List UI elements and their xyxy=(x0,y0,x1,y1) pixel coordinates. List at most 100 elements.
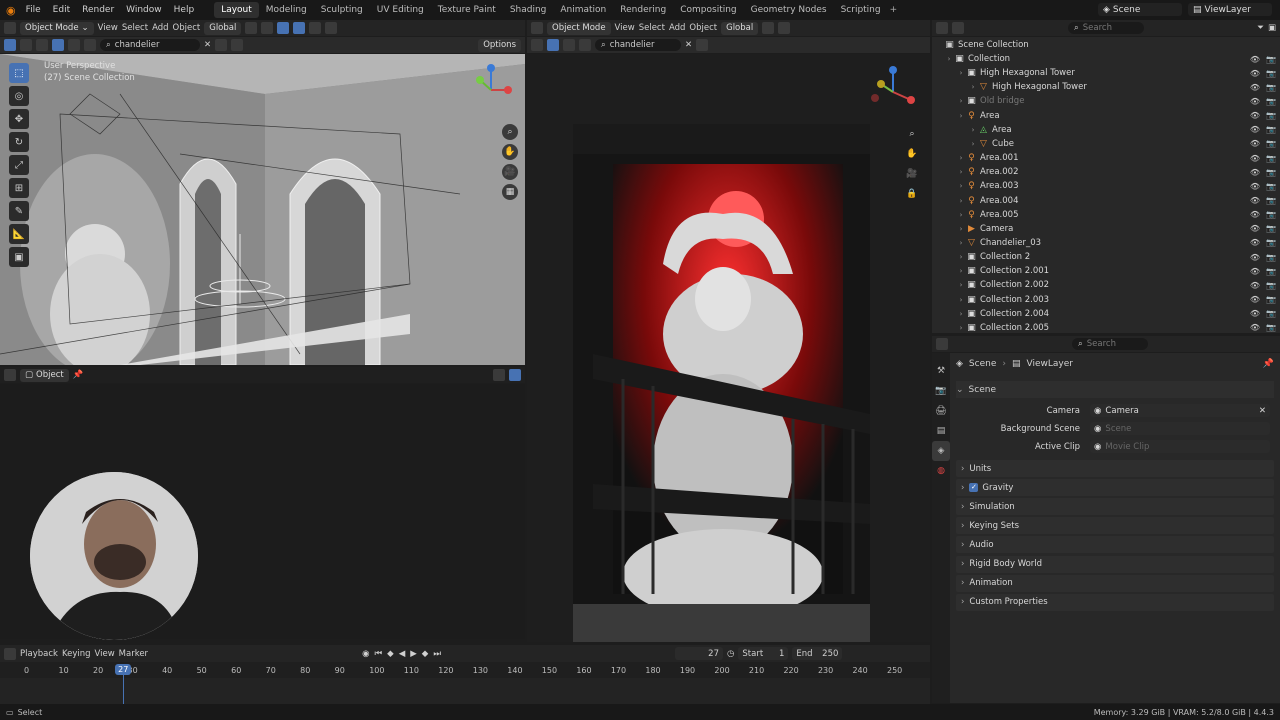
next-key-icon[interactable]: ◆ xyxy=(422,649,429,659)
timeline-editor-type-icon[interactable] xyxy=(4,647,16,660)
rotate-tool-icon[interactable]: ↻ xyxy=(9,132,29,152)
move-tool-icon[interactable]: ✥ xyxy=(9,109,29,129)
eye-icon[interactable]: 👁 xyxy=(1250,281,1260,290)
lower-overlay-icon[interactable] xyxy=(509,369,521,381)
render-icon[interactable] xyxy=(84,39,96,51)
workspace-tab-shading[interactable]: Shading xyxy=(503,2,554,18)
eye-icon[interactable]: 👁 xyxy=(1250,69,1260,78)
properties-search-field[interactable]: ⌕ Search xyxy=(1072,338,1148,350)
right-render-icon[interactable] xyxy=(579,39,591,51)
outliner-item[interactable]: › ♀ Area.004 👁 📷 xyxy=(932,194,1280,208)
right-close-icon[interactable]: ✕ xyxy=(685,40,692,50)
render-visibility-icon[interactable]: 📷 xyxy=(1266,83,1276,92)
lower-left-editor[interactable] xyxy=(0,384,525,640)
eye-icon[interactable]: 👁 xyxy=(1250,97,1260,106)
panel-header[interactable]: › Custom Properties xyxy=(956,593,1274,611)
outliner-filter-icon[interactable]: ⏷ xyxy=(1257,23,1264,33)
blender-logo-icon[interactable]: ◉ xyxy=(6,4,16,17)
workspace-tab-uv-editing[interactable]: UV Editing xyxy=(370,2,431,18)
menu-file[interactable]: File xyxy=(20,5,47,15)
render-visibility-icon[interactable]: 📷 xyxy=(1266,309,1276,318)
scene-selector[interactable]: ◈ Scene xyxy=(1098,3,1182,16)
eye-icon[interactable]: 👁 xyxy=(1250,238,1260,247)
expand-arrow-icon[interactable]: › xyxy=(956,154,966,162)
gravity-checkbox[interactable]: ✓ xyxy=(969,483,979,493)
outliner-item[interactable]: › ◬ Area 👁 📷 xyxy=(932,123,1280,137)
expand-arrow-icon[interactable]: › xyxy=(956,182,966,190)
expand-arrow-icon[interactable]: › xyxy=(956,267,966,275)
prev-key-icon[interactable]: ◆ xyxy=(387,649,394,659)
right-lock-icon[interactable]: 🔒 xyxy=(904,186,920,202)
right-mode-dropdown[interactable]: Object Mode xyxy=(547,21,611,35)
timeline-menu-view[interactable]: View xyxy=(95,649,115,659)
right-search-field[interactable]: ⌕ chandelier xyxy=(595,39,681,51)
timeline-menu-playback[interactable]: Playback xyxy=(20,649,58,659)
render-visibility-icon[interactable]: 📷 xyxy=(1266,139,1276,148)
funnel-icon[interactable] xyxy=(231,39,244,51)
eye-icon[interactable]: 👁 xyxy=(1250,83,1260,92)
eye-icon[interactable]: 👁 xyxy=(1250,196,1260,205)
render-visibility-icon[interactable]: 📷 xyxy=(1266,238,1276,247)
left-menu-add[interactable]: Add xyxy=(152,23,168,33)
editor-type-icon[interactable] xyxy=(4,22,16,34)
expand-arrow-icon[interactable]: › xyxy=(968,126,978,134)
render-visibility-icon[interactable]: 📷 xyxy=(1266,267,1276,276)
render-visibility-icon[interactable]: 📷 xyxy=(1266,196,1276,205)
eye-icon[interactable]: 👁 xyxy=(1250,295,1260,304)
menu-help[interactable]: Help xyxy=(168,5,201,15)
xray-icon[interactable] xyxy=(309,22,322,34)
expand-arrow-icon[interactable]: › xyxy=(956,211,966,219)
render-tab-icon[interactable]: 📷 xyxy=(932,381,950,401)
outliner-item[interactable]: › ▣ Collection 👁 📷 xyxy=(932,52,1280,66)
left-menu-view[interactable]: View xyxy=(98,23,118,33)
lower-editor-type-icon[interactable] xyxy=(4,369,16,381)
left-menu-select[interactable]: Select xyxy=(122,23,148,33)
zoom-icon[interactable]: ⌕ xyxy=(502,124,518,140)
snap-icon[interactable] xyxy=(245,22,258,34)
grid-view-icon[interactable]: ▦ xyxy=(502,184,518,200)
right-snap-icon[interactable] xyxy=(762,22,775,34)
outliner-item[interactable]: › ♀ Area 👁 📷 xyxy=(932,109,1280,123)
current-frame-field[interactable]: 27 xyxy=(674,647,723,660)
outliner-root[interactable]: ▣ Scene Collection xyxy=(932,38,1280,52)
property-field[interactable]: ◉ Movie Clip xyxy=(1090,440,1270,453)
start-frame-field[interactable]: Start 1 xyxy=(738,647,789,660)
add-workspace-icon[interactable]: + xyxy=(890,5,898,15)
expand-arrow-icon[interactable]: › xyxy=(956,324,966,332)
expand-arrow-icon[interactable]: › xyxy=(956,112,966,120)
outliner-item[interactable]: › ▣ Collection 2 👁 📷 xyxy=(932,250,1280,264)
right-camera-icon[interactable]: 🎥 xyxy=(904,166,920,182)
end-frame-field[interactable]: End 250 xyxy=(792,647,843,660)
eye-icon[interactable]: 👁 xyxy=(1250,267,1260,276)
workspace-tab-sculpting[interactable]: Sculpting xyxy=(314,2,370,18)
overlay-icon[interactable] xyxy=(293,22,306,34)
right-material-icon[interactable] xyxy=(563,39,575,51)
right-play-icon[interactable] xyxy=(531,39,543,51)
outliner-item[interactable]: › ♀ Area.003 👁 📷 xyxy=(932,179,1280,193)
outliner-item[interactable]: › ▣ High Hexagonal Tower 👁 📷 xyxy=(932,66,1280,80)
right-menu-add[interactable]: Add xyxy=(669,23,685,33)
outliner-item[interactable]: › ▣ Collection 2.005 👁 📷 xyxy=(932,321,1280,335)
menu-window[interactable]: Window xyxy=(120,5,168,15)
panel-header[interactable]: › Animation xyxy=(956,574,1274,592)
right-zoom-icon[interactable]: ⌕ xyxy=(904,126,920,142)
eye-icon[interactable]: 👁 xyxy=(1250,168,1260,177)
outliner-item[interactable]: › ▣ Collection 2.002 👁 📷 xyxy=(932,278,1280,292)
eye-icon[interactable]: 👁 xyxy=(1250,323,1260,332)
scale-tool-icon[interactable]: ⤢ xyxy=(9,155,29,175)
world-tab-icon[interactable]: ◍ xyxy=(932,461,950,481)
render-visibility-icon[interactable]: 📷 xyxy=(1266,97,1276,106)
render-visibility-icon[interactable]: 📷 xyxy=(1266,224,1276,233)
render-visibility-icon[interactable]: 📷 xyxy=(1266,253,1276,262)
render-visibility-icon[interactable]: 📷 xyxy=(1266,295,1276,304)
render-visibility-icon[interactable]: 📷 xyxy=(1266,182,1276,191)
render-visibility-icon[interactable]: 📷 xyxy=(1266,55,1276,64)
render-visibility-icon[interactable]: 📷 xyxy=(1266,210,1276,219)
outliner-item[interactable]: › ♀ Area.001 👁 📷 xyxy=(932,151,1280,165)
expand-arrow-icon[interactable]: › xyxy=(956,197,966,205)
gizmo-icon[interactable] xyxy=(277,22,290,34)
right-menu-select[interactable]: Select xyxy=(639,23,665,33)
pin-icon[interactable]: 📌 xyxy=(73,370,84,380)
panel-header[interactable]: › Keying Sets xyxy=(956,517,1274,535)
right-funnel-icon[interactable] xyxy=(696,39,709,51)
